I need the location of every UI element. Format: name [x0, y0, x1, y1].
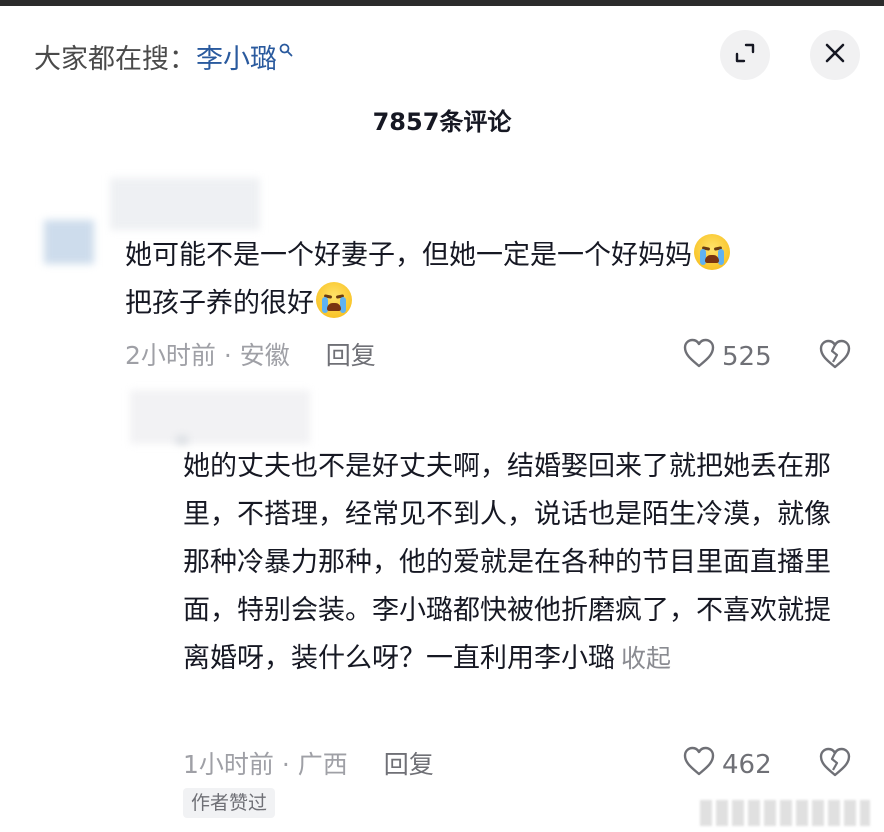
comment-text-body: 她的丈夫也不是好丈夫啊，结婚娶回来了就把她丢在那里，不搭理，经常见不到人，说话也…	[183, 451, 831, 674]
reply-button[interactable]: 回复	[384, 745, 434, 781]
crying-face-icon	[316, 282, 352, 318]
dislike-broken-heart-icon[interactable]	[818, 746, 852, 782]
heart-icon	[682, 745, 716, 784]
username-blurred[interactable]	[130, 390, 310, 444]
trending-search-term[interactable]: 李小璐	[196, 37, 277, 76]
like-count: 462	[722, 749, 772, 780]
comment-text-line: 把孩子养的很好	[125, 288, 314, 319]
expand-button[interactable]	[720, 30, 770, 80]
reply-button[interactable]: 回复	[326, 336, 376, 372]
comment-text: 她可能不是一个好妻子，但她一定是一个好妈妈 把孩子养的很好	[125, 232, 845, 328]
comment-time-location: 1小时前 · 广西	[183, 750, 348, 779]
like-count: 525	[722, 341, 772, 372]
comment-text-line: 她可能不是一个好妻子，但她一定是一个好妈妈	[125, 240, 692, 271]
close-icon	[823, 41, 847, 69]
crying-face-icon	[694, 234, 730, 270]
reply-comment-text: 她的丈夫也不是好丈夫啊，结婚娶回来了就把她丢在那里，不搭理，经常见不到人，说话也…	[183, 443, 843, 683]
expand-icon	[733, 41, 757, 69]
username-blurred[interactable]	[110, 178, 260, 230]
search-icon	[279, 33, 293, 64]
heart-icon	[682, 337, 716, 376]
comment-meta: 1小时前 · 广西 回复	[183, 745, 434, 781]
like-button[interactable]: 525	[682, 337, 772, 376]
trending-search-bar[interactable]: 大家都在搜： 李小璐	[34, 36, 293, 76]
close-button[interactable]	[810, 30, 860, 80]
comment-meta: 2小时前 · 安徽 回复	[125, 336, 376, 372]
author-liked-badge: 作者赞过	[183, 788, 276, 818]
comment-time-location: 2小时前 · 安徽	[125, 341, 290, 370]
comment-count-title: 7857条评论	[372, 108, 512, 136]
collapse-link[interactable]: 收起	[621, 644, 671, 673]
window-top-edge	[0, 0, 884, 20]
watermark	[700, 800, 870, 826]
trending-search-prefix: 大家都在搜：	[34, 43, 196, 75]
like-button[interactable]: 462	[682, 745, 772, 784]
avatar[interactable]	[44, 220, 94, 264]
dislike-broken-heart-icon[interactable]	[818, 338, 852, 374]
